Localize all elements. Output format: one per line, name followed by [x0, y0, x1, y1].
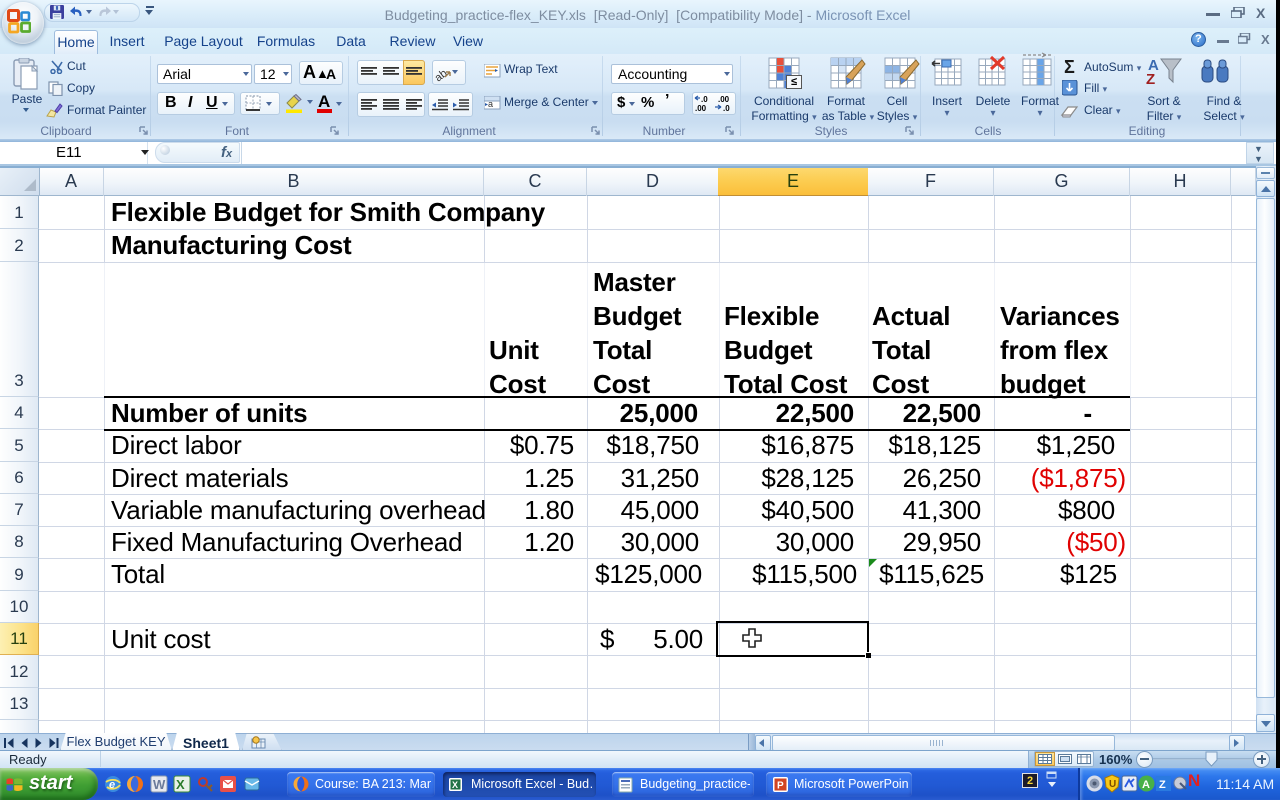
- svg-text:A: A: [1142, 779, 1150, 791]
- svg-text:X: X: [176, 777, 185, 792]
- svg-text:P: P: [777, 781, 784, 792]
- svg-text:W: W: [153, 777, 166, 792]
- svg-text:X: X: [452, 780, 458, 790]
- svg-text:.00: .00: [718, 95, 730, 104]
- svg-text:.0: .0: [701, 95, 708, 104]
- svg-text:.00: .00: [695, 104, 707, 113]
- svg-text:U: U: [1109, 779, 1116, 790]
- svg-text:Z: Z: [1159, 779, 1166, 791]
- svg-text:a: a: [488, 99, 493, 109]
- svg-text:.0: .0: [723, 104, 730, 113]
- svg-text:e: e: [109, 779, 115, 791]
